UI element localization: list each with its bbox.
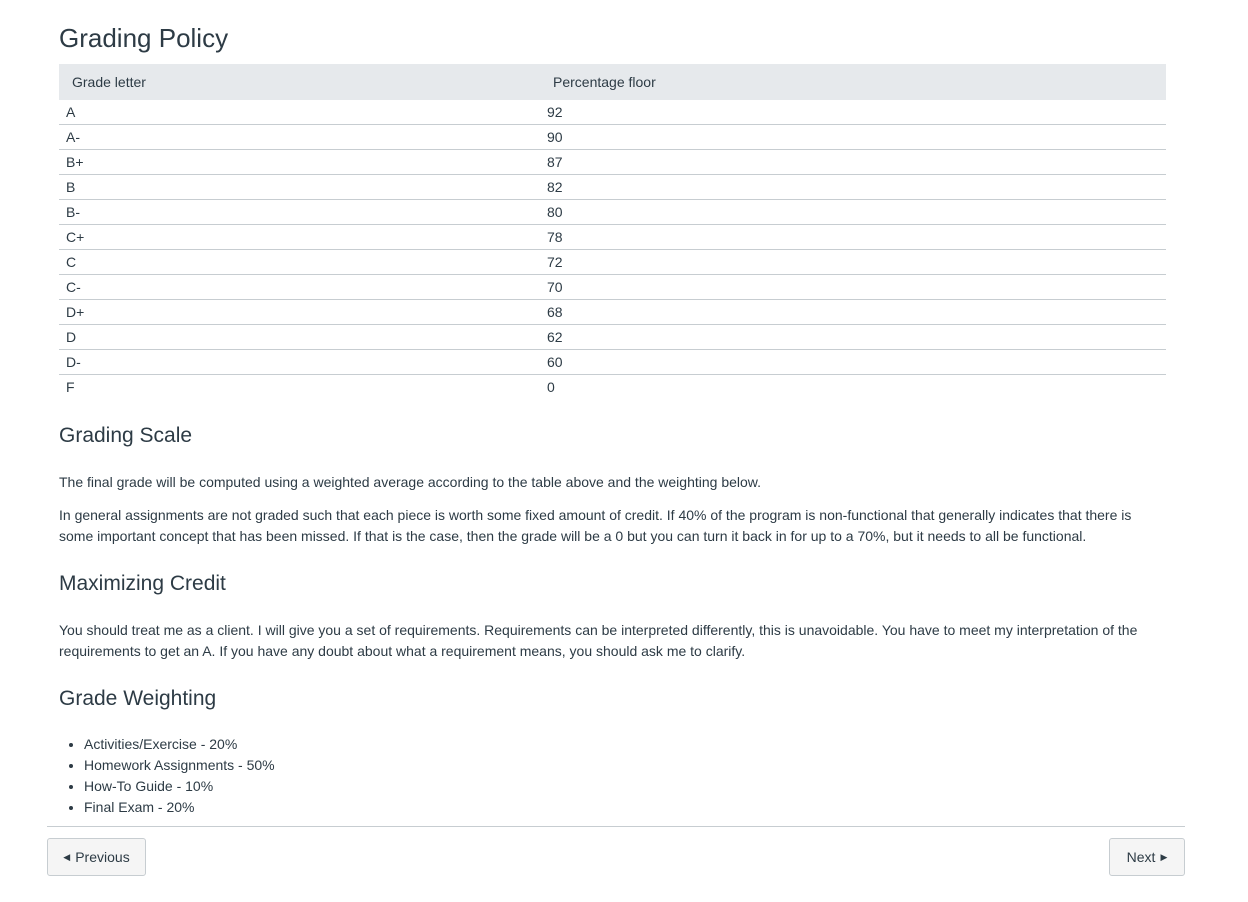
- table-row: C+ 78: [59, 224, 1166, 250]
- percentage-floor-cell: 87: [540, 149, 1166, 175]
- triangle-left-icon: ◀: [63, 851, 71, 862]
- grade-letter-cell: D-: [59, 349, 540, 375]
- grade-letter-cell: B+: [59, 149, 540, 175]
- grade-table: Grade letter Percentage floor A 92 A- 90 B…: [59, 64, 1166, 399]
- grade-letter-cell: C+: [59, 224, 540, 250]
- list-item: Homework Assignments - 50%: [84, 755, 275, 776]
- percentage-floor-cell: 0: [547, 379, 555, 395]
- column-header-grade-letter: Grade letter: [59, 64, 540, 100]
- grading-scale-paragraph: The final grade will be computed using a…: [59, 474, 762, 490]
- grade-letter-cell: D+: [59, 299, 540, 325]
- list-item: Final Exam - 20%: [84, 797, 275, 818]
- percentage-floor-cell: 68: [540, 299, 1166, 325]
- table-row: B- 80: [59, 199, 1166, 225]
- grade-letter-cell: D: [59, 324, 540, 350]
- grading-scale-heading: Grading Scale: [59, 424, 193, 447]
- percentage-floor-cell: 72: [540, 249, 1166, 275]
- grade-letter-cell: B-: [59, 199, 540, 225]
- list-item: How-To Guide - 10%: [84, 776, 275, 797]
- footer-divider: [47, 826, 1185, 827]
- table-row: B 82: [59, 174, 1166, 200]
- next-button-label: Next: [1126, 849, 1156, 865]
- grade-letter-cell: A-: [59, 124, 540, 150]
- maximizing-credit-heading: Maximizing Credit: [59, 572, 226, 595]
- table-row: D+ 68: [59, 299, 1166, 325]
- percentage-floor-cell: 78: [540, 224, 1166, 250]
- percentage-floor-cell: 62: [540, 324, 1166, 350]
- percentage-floor-cell: 70: [540, 274, 1166, 300]
- grade-letter-cell: C-: [59, 274, 540, 300]
- percentage-floor-cell: 80: [540, 199, 1166, 225]
- triangle-right-icon: ▶: [1160, 851, 1168, 862]
- table-header-row: Grade letter Percentage floor: [59, 64, 1166, 100]
- percentage-floor-cell: 82: [540, 174, 1166, 200]
- table-row: B+ 87: [59, 149, 1166, 175]
- table-row: C 72: [59, 249, 1166, 275]
- column-header-percentage-floor: Percentage floor: [540, 64, 1166, 100]
- table-row: F0: [59, 375, 1166, 400]
- previous-button-label: Previous: [75, 849, 130, 865]
- table-row: A 92: [59, 100, 1166, 125]
- grade-letter-cell: A: [59, 100, 540, 125]
- page-title: Grading Policy: [59, 23, 229, 53]
- grade-letter-cell: C: [59, 249, 540, 275]
- table-row: C- 70: [59, 274, 1166, 300]
- next-button[interactable]: Next ▶: [1109, 838, 1185, 876]
- list-item: Activities/Exercise - 20%: [84, 734, 275, 755]
- grading-scale-paragraph: In general assignments are not graded su…: [59, 507, 1132, 544]
- table-row: A- 90: [59, 124, 1166, 150]
- percentage-floor-cell: 60: [540, 349, 1166, 375]
- table-row: D- 60: [59, 349, 1166, 375]
- table-row: D 62: [59, 324, 1166, 350]
- grade-letter-cell: F: [66, 379, 75, 395]
- percentage-floor-cell: 92: [540, 100, 1166, 125]
- grade-weighting-heading: Grade Weighting: [59, 687, 217, 710]
- percentage-floor-cell: 90: [540, 124, 1166, 150]
- previous-button[interactable]: ◀ Previous: [47, 838, 146, 876]
- maximizing-credit-paragraph: You should treat me as a client. I will …: [59, 622, 1138, 659]
- grade-weighting-list: Activities/Exercise - 20% Homework Assig…: [59, 734, 275, 818]
- grade-letter-cell: B: [59, 174, 540, 200]
